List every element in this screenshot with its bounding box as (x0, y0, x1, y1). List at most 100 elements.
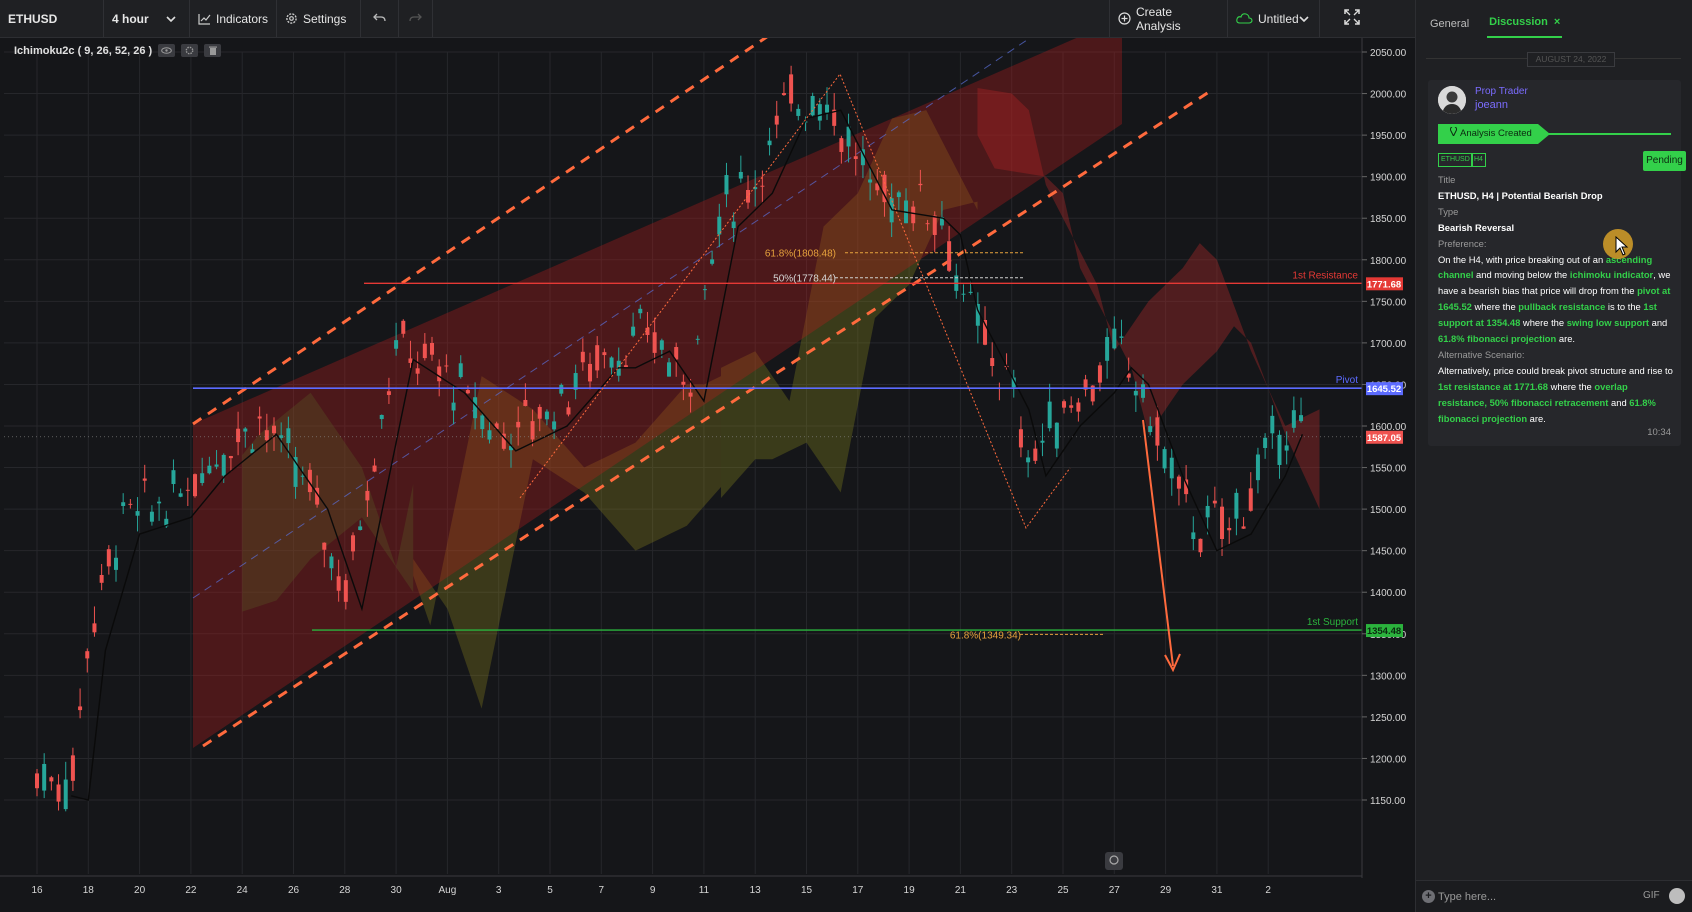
redo-button[interactable] (399, 0, 433, 37)
candle-body (911, 206, 916, 224)
candle (825, 87, 830, 120)
price-chart[interactable]: 1st Resistance Pivot 1st Support 61.8%(1808… (0, 38, 1415, 912)
candle-body (458, 363, 463, 378)
candle-body (178, 493, 183, 497)
candle (1169, 448, 1174, 496)
candle-body (480, 415, 485, 430)
settings-button[interactable]: Settings (277, 0, 361, 37)
candle-body (408, 358, 413, 363)
candle-body (272, 425, 277, 434)
price-tick-label: 1500.00 (1370, 505, 1407, 516)
candle-body (228, 456, 233, 459)
candle-body (1241, 526, 1246, 529)
candle (70, 747, 75, 791)
chart-canvas[interactable]: 1st Resistance Pivot 1st Support 61.8%(1808… (0, 38, 1415, 912)
candle-body (961, 293, 966, 295)
candle-body (868, 179, 873, 183)
gear-icon[interactable] (181, 44, 199, 57)
eye-icon[interactable] (158, 44, 176, 57)
candle (78, 688, 83, 719)
date-tick-label: 13 (750, 885, 762, 896)
emoji-icon[interactable] (1669, 888, 1685, 904)
support-label: 1st Support (1307, 617, 1358, 628)
candle (1112, 316, 1117, 350)
candle-body (580, 351, 585, 363)
candle-body (825, 104, 830, 113)
avatar[interactable] (1438, 86, 1466, 114)
timeframe-tag: H4 (1471, 153, 1486, 167)
candle-body (1291, 410, 1296, 428)
candle (1047, 383, 1052, 432)
pending-status-button[interactable]: Pending (1643, 151, 1686, 171)
candle-body (63, 779, 68, 810)
panel-tabs: General Discussion × (1416, 0, 1692, 38)
candle-body (1105, 337, 1110, 361)
tab-discussion[interactable]: Discussion × (1487, 16, 1563, 38)
candle-body (437, 366, 442, 382)
price-tick-label: 1850.00 (1370, 214, 1407, 225)
pivot-label: Pivot (1336, 375, 1358, 386)
chevron-down-icon (166, 15, 176, 22)
candle (1198, 538, 1203, 557)
candle (1248, 472, 1253, 512)
text-segment: and moving below the (1473, 269, 1570, 281)
candle (975, 292, 980, 344)
candle-body (796, 108, 801, 116)
date-axis[interactable]: 16 18 20 22 24 26 28 30 Aug 3 5 7 9 11 13 15 17 19 21 23 25 2… (0, 875, 1362, 896)
candle-body (171, 470, 176, 485)
candle (1040, 423, 1045, 457)
create-analysis-button[interactable]: Create Analysis (1109, 0, 1228, 37)
indicators-button[interactable]: Indicators (190, 0, 277, 37)
text-segment: Alternatively, price could break pivot s… (1438, 364, 1673, 376)
fullscreen-button[interactable] (1320, 0, 1383, 37)
timeframe-selector[interactable]: 4 hour (104, 0, 190, 37)
resistance-label: 1st Resistance (1292, 270, 1358, 281)
candle-body (559, 384, 564, 394)
price-tick-label: 1150.00 (1370, 796, 1406, 807)
indicator-legend: Ichimoku2c ( 9, 26, 52, 26 ) (14, 44, 222, 57)
candle-body (631, 326, 636, 336)
text-segment: are. (1556, 333, 1576, 345)
candle-body (724, 175, 729, 195)
date-tick-label: 20 (134, 885, 146, 896)
candle-body (1119, 336, 1124, 338)
candle (121, 493, 126, 515)
candle (142, 464, 147, 493)
layout-name-selector[interactable]: Untitled (1228, 0, 1320, 37)
highlight-segment: ichimoku indicator (1569, 269, 1654, 281)
price-tick-label: 2000.00 (1370, 90, 1407, 101)
plus-icon[interactable]: + (1422, 890, 1435, 903)
message-input[interactable] (1438, 887, 1628, 907)
gif-button[interactable]: GIF (1643, 890, 1660, 901)
candle-body (710, 259, 715, 264)
text-segment: where the (1547, 380, 1595, 392)
channel-fill (193, 38, 1122, 748)
author-name[interactable]: joeann (1475, 99, 1508, 111)
price-tick-label: 1750.00 (1370, 297, 1407, 308)
candle-body (465, 390, 470, 394)
date-tick-label: 18 (83, 885, 95, 896)
highlight-segment: 61.8% fibonacci projection (1438, 333, 1557, 345)
date-tick-label: 22 (185, 885, 197, 896)
candle-body (602, 352, 607, 356)
bearish-arrow[interactable] (1142, 419, 1174, 667)
ascending-channel[interactable] (192, 38, 1213, 748)
candle (1234, 488, 1239, 536)
symbol-label: ETHUSD (8, 11, 58, 26)
trash-icon[interactable] (204, 44, 222, 57)
candle-body (343, 580, 348, 602)
plus-circle-icon (1118, 12, 1131, 25)
candle-body (185, 489, 190, 491)
candle-body (1076, 402, 1081, 412)
current-price-badge: 1587.05 (1367, 433, 1402, 444)
candle-body (142, 478, 147, 481)
candle-body (221, 454, 226, 476)
tab-general[interactable]: General (1428, 18, 1471, 38)
candle-body (106, 549, 111, 567)
analysis-title: ETHUSD, H4 | Potential Bearish Drop (1438, 189, 1603, 201)
undo-button[interactable] (361, 0, 399, 37)
symbol-selector[interactable]: ETHUSD (0, 0, 104, 37)
resistance-price-badge: 1771.68 (1367, 279, 1401, 290)
close-icon[interactable]: × (1554, 16, 1560, 28)
lightbulb-icon[interactable] (1105, 852, 1123, 870)
